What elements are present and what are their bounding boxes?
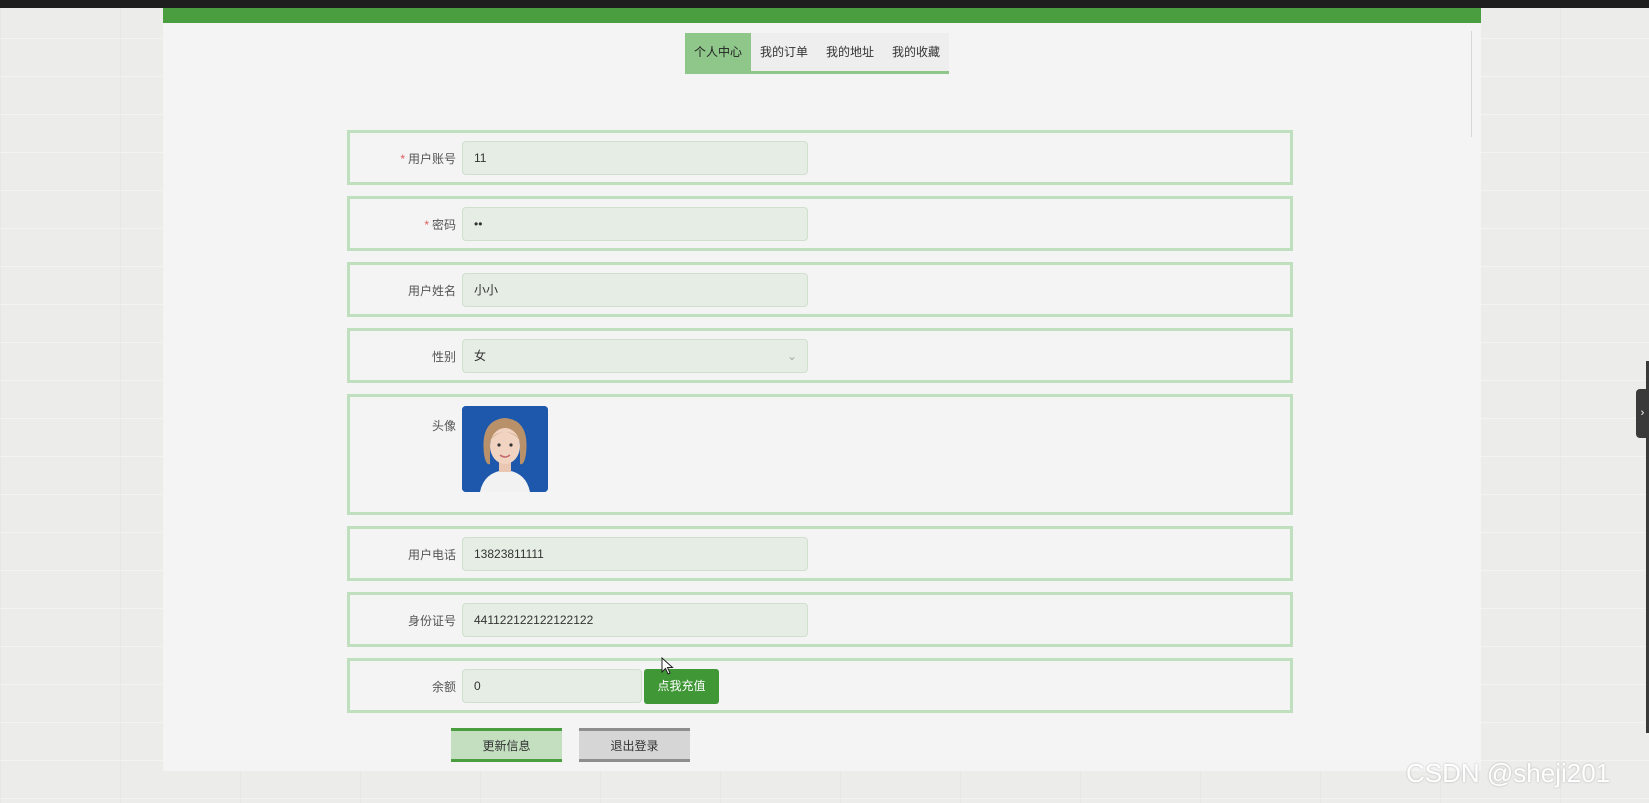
password-input[interactable]: ••	[462, 207, 808, 241]
phone-row: 用户电话 13823811111	[347, 526, 1293, 581]
tab-my-favorites[interactable]: 我的收藏	[883, 33, 950, 71]
header-bar	[163, 8, 1481, 23]
phone-label: 用户电话	[407, 548, 456, 562]
balance-label: 余额	[431, 680, 456, 694]
password-label: * 密码	[424, 218, 456, 232]
avatar[interactable]	[462, 406, 548, 492]
update-info-button[interactable]: 更新信息	[451, 728, 562, 762]
phone-input[interactable]: 13823811111	[462, 537, 808, 571]
main-container: 个人中心 我的订单 我的地址 我的收藏 * 用户账号 11 * 密码 •• 用户姓名…	[163, 8, 1481, 771]
mouse-pointer-icon	[661, 657, 674, 675]
account-row: * 用户账号 11	[347, 130, 1293, 185]
gender-label: 性别	[431, 350, 456, 364]
recharge-button[interactable]: 点我充值	[644, 669, 719, 704]
user-center-tabs: 个人中心 我的订单 我的地址 我的收藏	[685, 33, 950, 74]
avatar-portrait	[462, 406, 548, 492]
required-mark: *	[424, 218, 429, 232]
id-number-input[interactable]: 441122122122122122	[462, 603, 808, 637]
name-row: 用户姓名 小小	[347, 262, 1293, 317]
tab-my-orders[interactable]: 我的订单	[751, 33, 818, 71]
account-input[interactable]: 11	[462, 141, 808, 175]
top-strip	[0, 0, 1649, 8]
gender-row: 性别 女 ⌄	[347, 328, 1293, 383]
name-input[interactable]: 小小	[462, 273, 808, 307]
tab-my-addresses[interactable]: 我的地址	[817, 33, 884, 71]
watermark: CSDN @sheji201	[1406, 758, 1611, 788]
account-label: * 用户账号	[400, 152, 456, 166]
avatar-row: 头像	[347, 394, 1293, 515]
scrollbar[interactable]	[1471, 31, 1472, 137]
name-label: 用户姓名	[407, 284, 456, 298]
id-number-label: 身份证号	[407, 614, 456, 628]
gender-value: 女	[474, 349, 487, 363]
tab-personal-center[interactable]: 个人中心	[685, 33, 752, 71]
logout-button[interactable]: 退出登录	[579, 728, 690, 762]
id-number-row: 身份证号 441122122122122122	[347, 592, 1293, 647]
required-mark: *	[400, 152, 405, 166]
balance-input[interactable]: 0	[462, 669, 642, 703]
chevron-right-icon[interactable]: ›	[1636, 389, 1649, 438]
balance-row: 余额 0 点我充值	[347, 658, 1293, 713]
gender-select[interactable]: 女 ⌄	[462, 339, 808, 373]
password-row: * 密码 ••	[347, 196, 1293, 251]
avatar-label: 头像	[431, 419, 456, 433]
chevron-down-icon: ⌄	[786, 349, 797, 363]
